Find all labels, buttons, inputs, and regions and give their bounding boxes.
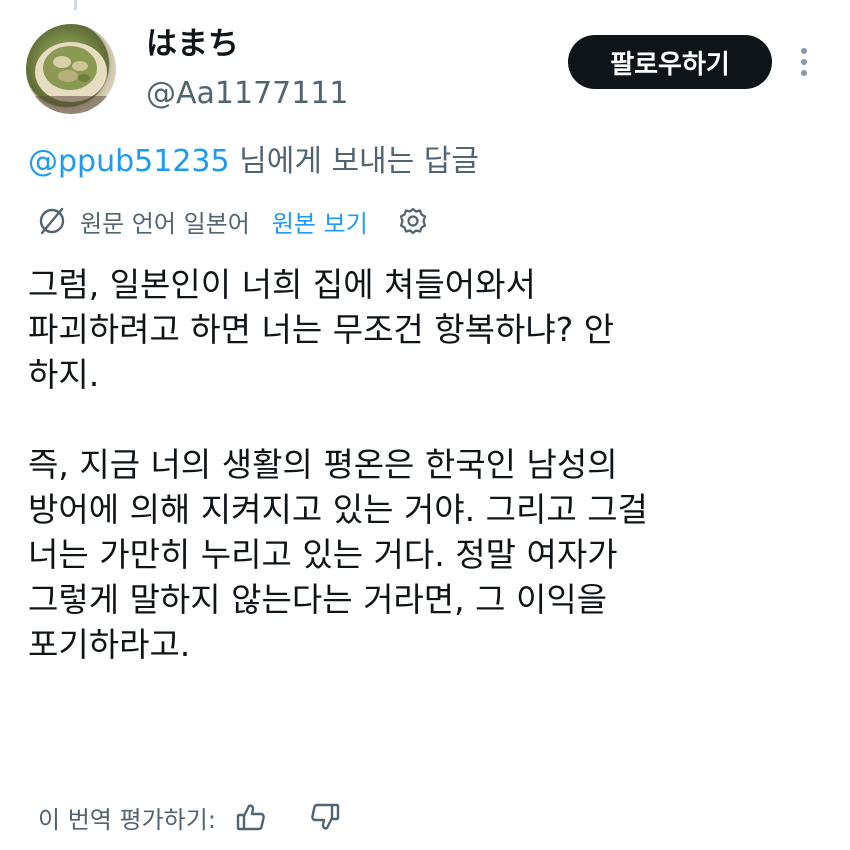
more-vertical-icon[interactable] — [796, 44, 812, 80]
thread-connector — [0, 0, 80, 10]
avatar[interactable] — [26, 24, 116, 114]
show-original-link[interactable]: 원본 보기 — [272, 204, 368, 239]
translate-icon — [39, 207, 65, 235]
display-name[interactable]: はまち — [146, 26, 239, 62]
reply-mention-link[interactable]: @ppub51235 — [28, 144, 230, 179]
follow-button[interactable]: 팔로우하기 — [568, 35, 772, 89]
source-language-label: 원문 언어 일본어 — [80, 209, 250, 238]
user-handle[interactable]: @Aa1177111 — [146, 76, 349, 112]
gear-icon[interactable] — [398, 206, 428, 236]
rate-translation-label: 이 번역 평가하기: — [38, 805, 216, 834]
avatar-image — [34, 42, 108, 114]
reply-context: @ppub51235 님에게 보내는 답글 — [28, 143, 479, 181]
tweet-paragraph: 그럼, 일본인이 너희 집에 쳐들어와서 파괴하려고 하면 너는 무조건 항복하… — [28, 265, 615, 394]
translation-bar: 원문 언어 일본어 원본 보기 — [36, 202, 428, 240]
reply-context-suffix: 님에게 보내는 답글 — [229, 144, 479, 179]
tweet-paragraph: 즉, 지금 너의 생활의 평온은 한국인 남성의 방어에 의해 지켜지고 있는 … — [28, 445, 648, 664]
tweet-text: 그럼, 일본인이 너희 집에 쳐들어와서 파괴하려고 하면 너는 무조건 항복하… — [28, 262, 838, 667]
translation-rating: 이 번역 평가하기: — [38, 797, 342, 837]
thumbs-up-icon[interactable] — [234, 800, 268, 834]
thumbs-down-icon[interactable] — [308, 800, 342, 834]
